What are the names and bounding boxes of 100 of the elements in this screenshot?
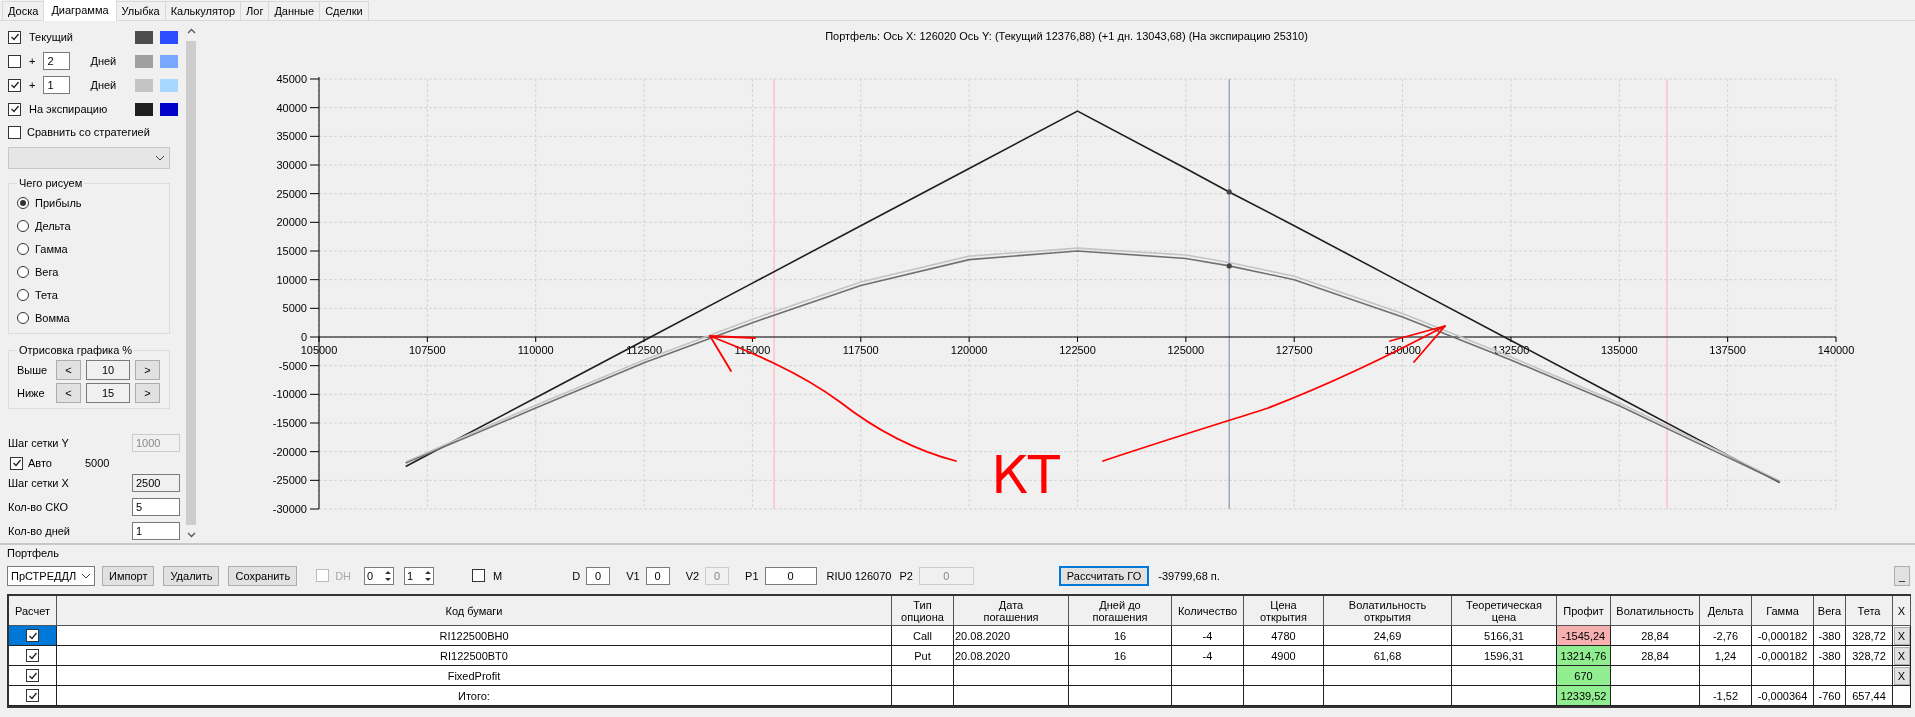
range-label: Ниже — [17, 386, 46, 399]
column-header[interactable]: Гамма — [1752, 596, 1814, 626]
delete-button[interactable]: X — [1893, 666, 1910, 685]
data-point — [1226, 263, 1232, 269]
color-swatch[interactable] — [135, 30, 153, 44]
radio-button[interactable] — [17, 242, 29, 255]
spinner-field[interactable]: 1 — [404, 567, 435, 585]
column-header[interactable]: Волатильность — [1611, 596, 1700, 626]
toolbar-button[interactable]: Удалить — [163, 566, 220, 586]
radio-button[interactable] — [17, 311, 29, 324]
tick-label: -30000 — [272, 503, 307, 515]
checkbox[interactable] — [8, 102, 21, 116]
checkbox[interactable] — [8, 78, 21, 92]
checkbox[interactable] — [26, 629, 39, 642]
radio-button[interactable] — [17, 288, 29, 301]
table-cell[interactable] — [9, 686, 57, 706]
spinner-arrows-icon[interactable] — [383, 569, 394, 583]
column-header[interactable]: Дата погашения — [954, 596, 1069, 626]
chevron-down-icon[interactable] — [186, 532, 196, 538]
table-cell: Call — [892, 626, 954, 646]
tab[interactable]: Данные — [268, 1, 321, 20]
checkbox[interactable] — [8, 30, 21, 44]
radio-button[interactable] — [17, 196, 29, 209]
tick-label: 127500 — [1275, 344, 1313, 356]
setting-label: Шаг сетки X — [8, 477, 70, 489]
param-label: D — [572, 570, 581, 582]
increase-button[interactable]: > — [135, 382, 160, 403]
column-header[interactable]: Код бумаги — [57, 596, 892, 626]
column-header[interactable]: Тета — [1846, 596, 1893, 626]
spinner-field[interactable]: 0 — [364, 567, 395, 585]
param-field[interactable]: 0 — [764, 567, 817, 585]
setting-field[interactable]: 1 — [132, 522, 180, 540]
column-header[interactable]: Расчет — [9, 596, 57, 626]
range-label: Выше — [17, 363, 49, 376]
tab[interactable]: Сделки — [319, 1, 369, 20]
days-field[interactable]: 2 — [43, 52, 71, 70]
minimize-button[interactable]: _ — [1893, 566, 1910, 586]
param-field[interactable]: 0 — [586, 567, 611, 585]
table-cell: 28,84 — [1611, 626, 1700, 646]
table-cell[interactable] — [9, 666, 57, 686]
checkbox[interactable] — [26, 649, 39, 662]
radio-button[interactable] — [17, 219, 29, 232]
column-header[interactable]: Теоретическая цена — [1452, 596, 1557, 626]
toolbar-button[interactable]: Сохранить — [228, 566, 298, 586]
strategy-dropdown[interactable]: ПрСТРЕДДЛ — [7, 566, 95, 586]
checkbox[interactable] — [26, 689, 39, 702]
tab[interactable]: Калькулятор — [164, 1, 242, 20]
radio-button[interactable] — [17, 265, 29, 278]
tick-label: 20000 — [276, 216, 307, 229]
days-field[interactable]: 1 — [43, 76, 71, 94]
range-field[interactable]: 10 — [86, 359, 130, 380]
increase-button[interactable]: > — [135, 359, 160, 380]
color-swatch[interactable] — [160, 78, 178, 92]
checkbox[interactable] — [8, 125, 21, 139]
table-cell: -0,000364 — [1752, 686, 1814, 706]
checkbox[interactable] — [10, 456, 23, 470]
tab[interactable]: Диаграмма — [43, 0, 117, 21]
column-header[interactable]: Дельта — [1700, 596, 1752, 626]
checkbox[interactable] — [26, 669, 39, 682]
days-label: Дней — [90, 55, 117, 67]
color-swatch[interactable] — [135, 78, 153, 92]
param-label: V2 — [685, 570, 700, 582]
checkbox[interactable] — [8, 54, 21, 68]
color-swatch[interactable] — [135, 54, 153, 68]
setting-field[interactable]: 2500 — [132, 474, 180, 492]
column-header[interactable]: Профит — [1557, 596, 1611, 626]
column-header[interactable]: Тип опциона — [892, 596, 954, 626]
table-cell[interactable] — [9, 626, 57, 646]
delete-button[interactable]: X — [1893, 646, 1910, 665]
table-cell[interactable] — [9, 646, 57, 666]
checkbox[interactable] — [472, 568, 486, 582]
column-header[interactable]: Вега — [1814, 596, 1846, 626]
table-cell: -2,76 — [1700, 626, 1752, 646]
param-field[interactable]: 0 — [645, 567, 670, 585]
radio-label: Дельта — [35, 219, 71, 232]
column-header[interactable]: Дней до погашения — [1069, 596, 1172, 626]
table-cell: -0,000182 — [1752, 626, 1814, 646]
color-swatch[interactable] — [160, 54, 178, 68]
decrease-button[interactable]: < — [56, 382, 81, 403]
tab[interactable]: Доска — [2, 1, 45, 20]
calculate-button[interactable]: Рассчитать ГО — [1058, 566, 1150, 586]
delete-button[interactable]: X — [1893, 626, 1910, 645]
spinner-arrows-icon[interactable] — [423, 569, 434, 583]
range-field[interactable]: 15 — [86, 382, 130, 403]
toolbar-button[interactable]: Импорт — [102, 566, 155, 586]
column-header[interactable]: Волатильность открытия — [1324, 596, 1452, 626]
chevron-down-icon[interactable] — [81, 573, 91, 579]
column-header[interactable]: Количество — [1172, 596, 1244, 626]
setting-label: Кол-во дней — [8, 525, 71, 537]
color-swatch[interactable] — [160, 30, 178, 44]
setting-field[interactable]: 5 — [132, 498, 180, 516]
table-cell: 328,72 — [1846, 626, 1893, 646]
column-header[interactable]: X — [1893, 596, 1911, 626]
chevron-up-icon[interactable] — [186, 28, 196, 34]
decrease-button[interactable]: < — [56, 359, 81, 380]
color-swatch[interactable] — [160, 102, 178, 116]
column-header[interactable]: Цена открытия — [1244, 596, 1324, 626]
auto-value: 5000 — [85, 457, 110, 469]
color-swatch[interactable] — [135, 102, 153, 116]
radio-label: Вомма — [35, 311, 70, 324]
